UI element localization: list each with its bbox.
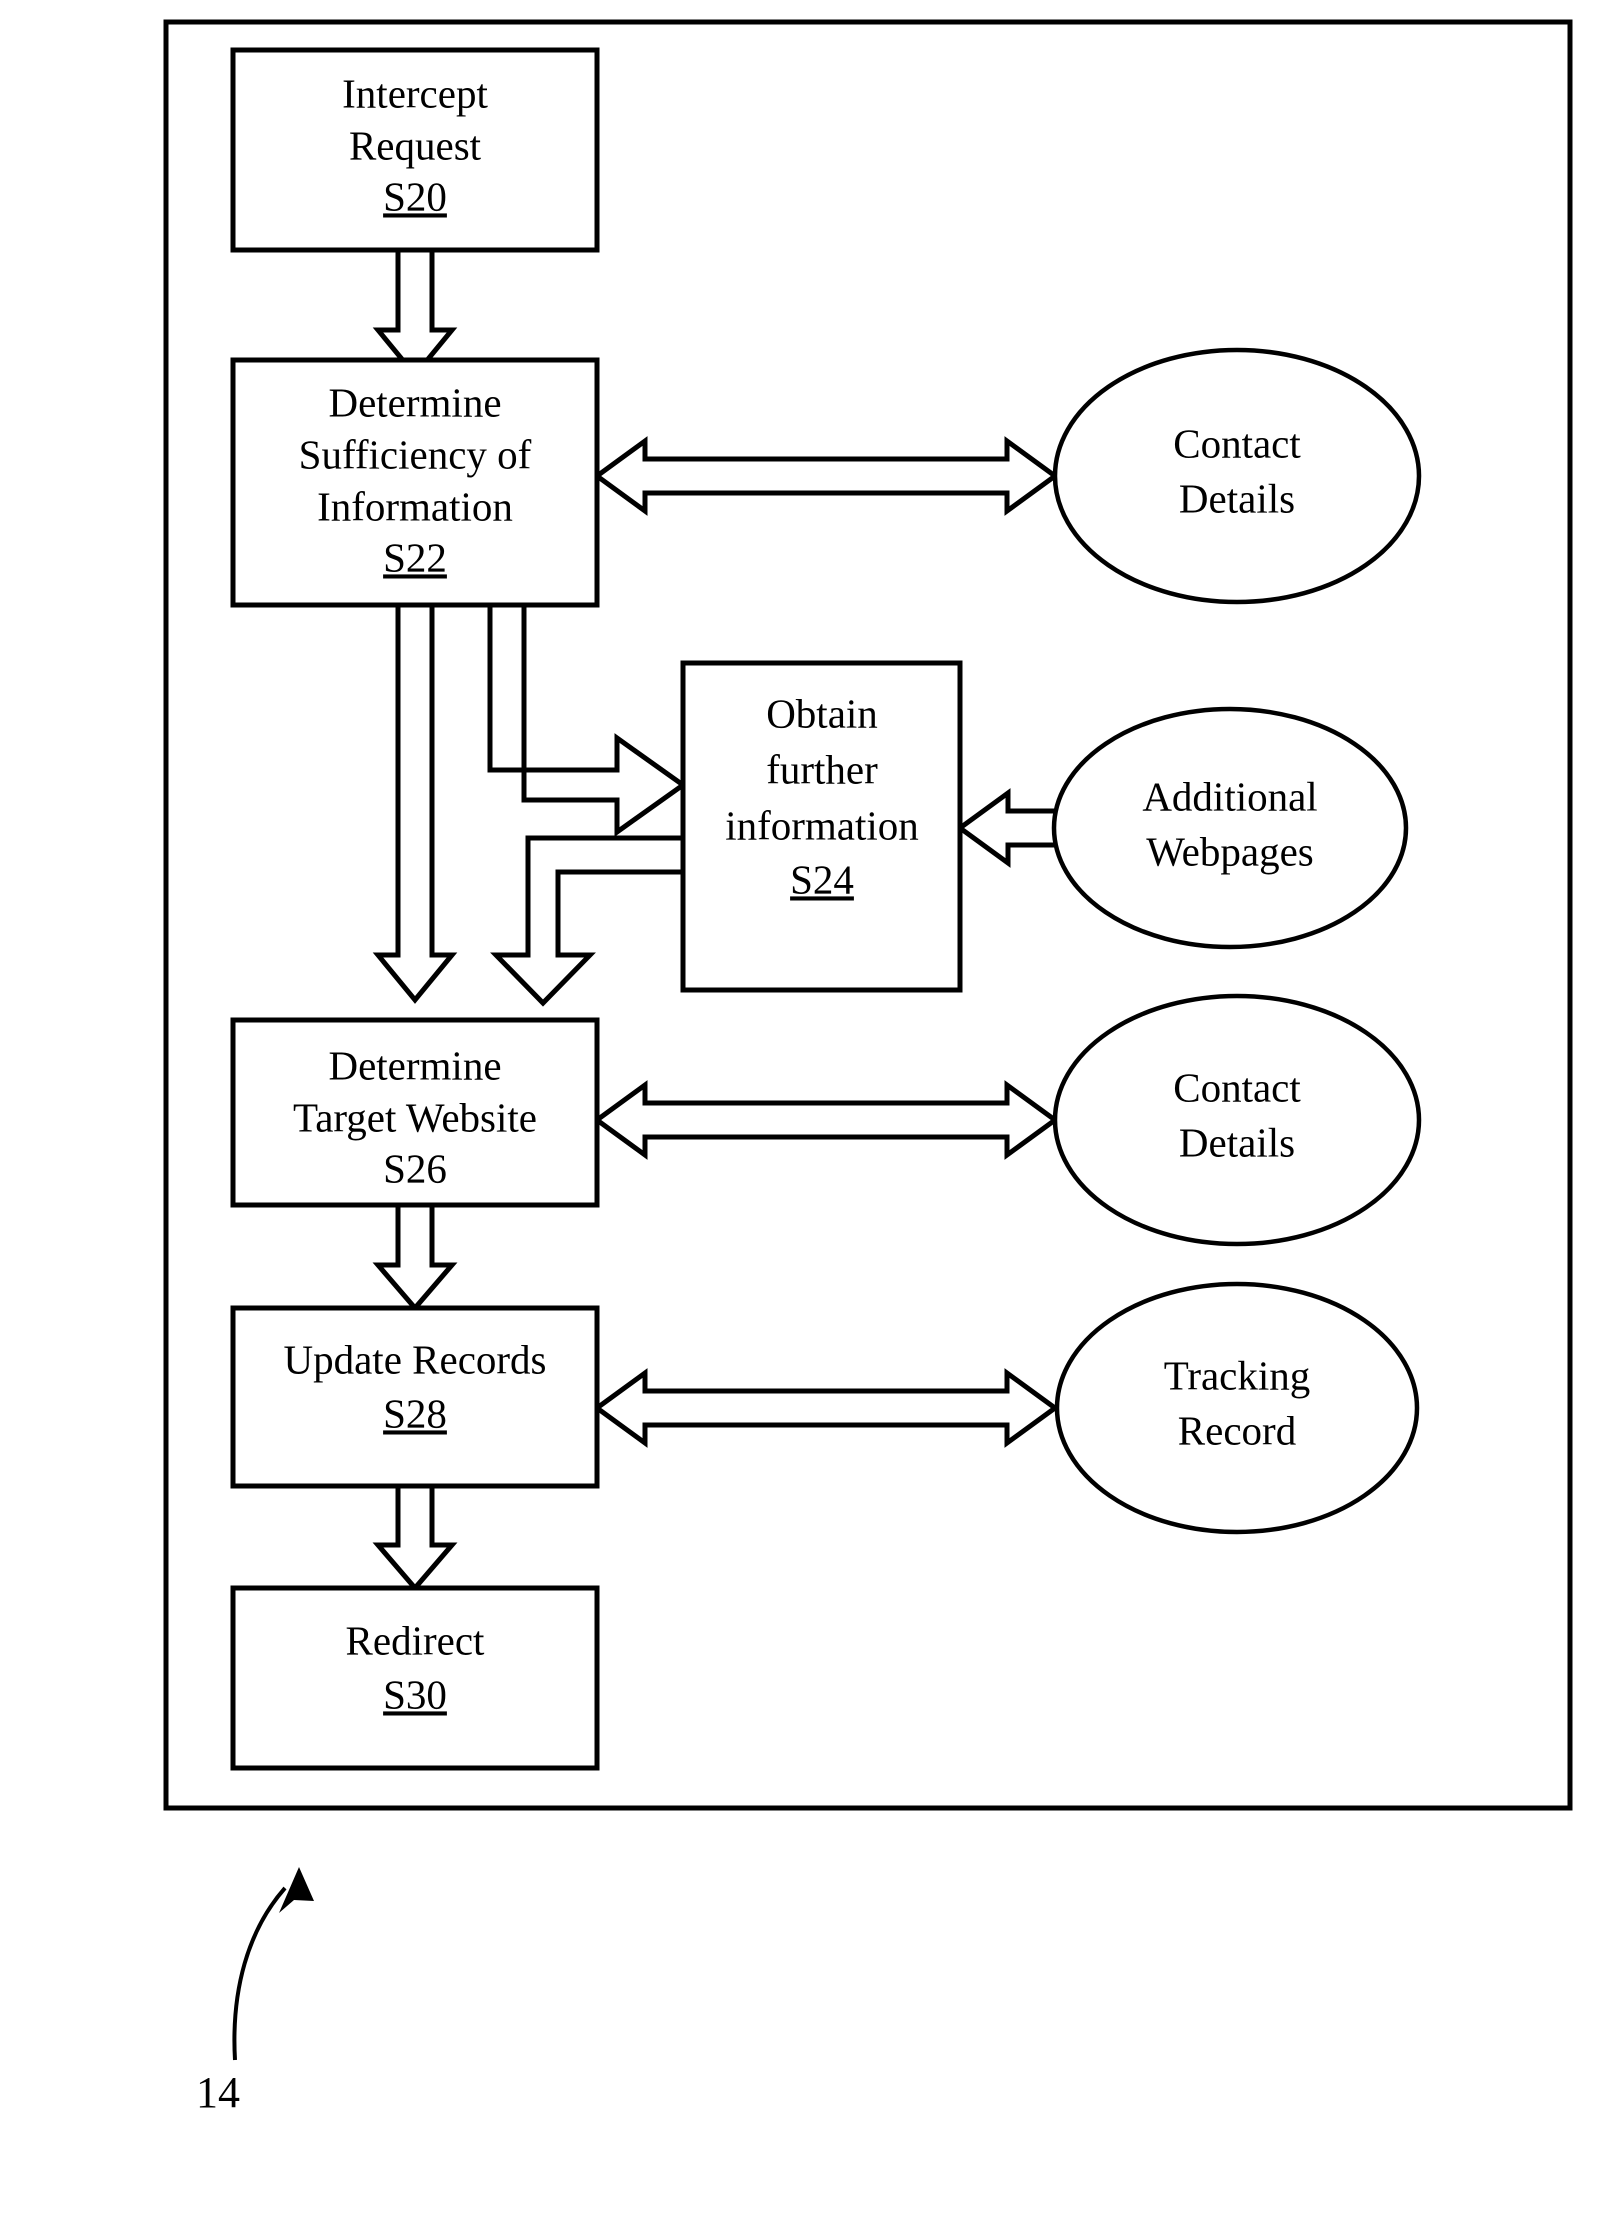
- step-s26-line-1: Determine: [328, 1042, 501, 1088]
- data-store-additional-webpages: Additional Webpages: [1051, 706, 1409, 950]
- contact-details-top-line-2: Details: [1179, 475, 1295, 521]
- contact-details-top-line-1: Contact: [1173, 420, 1301, 466]
- reference-numeral-callout: 14: [196, 1867, 314, 2117]
- step-s20-line-1: Intercept: [342, 70, 488, 116]
- step-s30-label: S30: [383, 1671, 447, 1717]
- flowchart-diagram: Intercept Request S20 Determine Sufficie…: [163, 19, 1573, 2117]
- step-box-s24: Obtain further information S24: [680, 660, 963, 993]
- step-box-s28: Update Records S28: [230, 1305, 600, 1489]
- step-s24-line-2: further: [766, 746, 878, 792]
- contact-details-bottom-line-2: Details: [1179, 1119, 1295, 1165]
- step-s24-label: S24: [790, 856, 854, 902]
- data-store-contact-details-bottom: Contact Details: [1052, 993, 1422, 1247]
- additional-webpages-line-1: Additional: [1142, 773, 1317, 819]
- step-s22-line-3: Information: [317, 483, 513, 529]
- step-s20-line-2: Request: [349, 122, 482, 168]
- step-s28-line-1: Update Records: [284, 1336, 547, 1382]
- step-box-s30: Redirect S30: [230, 1585, 600, 1771]
- tracking-record-line-2: Record: [1178, 1407, 1296, 1453]
- step-s24-line-1: Obtain: [766, 690, 878, 736]
- step-s20-label: S20: [383, 173, 447, 219]
- step-box-s26: Determine Target Website S26: [230, 1017, 600, 1208]
- step-s22-label: S22: [383, 534, 447, 580]
- step-s22-line-2: Sufficiency of: [299, 431, 532, 477]
- data-store-tracking-record: Tracking Record: [1054, 1281, 1420, 1535]
- step-s24-line-3: information: [725, 802, 919, 848]
- figure-root: Intercept Request S20 Determine Sufficie…: [0, 0, 1615, 2215]
- tracking-record-line-1: Tracking: [1164, 1352, 1311, 1398]
- step-box-s22: Determine Sufficiency of Information S22: [230, 357, 600, 608]
- step-s22-line-1: Determine: [328, 379, 501, 425]
- step-s28-label: S28: [383, 1390, 447, 1436]
- additional-webpages-line-2: Webpages: [1146, 828, 1313, 874]
- step-s26-label: S26: [383, 1145, 447, 1191]
- step-s30-line-1: Redirect: [346, 1617, 485, 1663]
- step-s26-line-2: Target Website: [293, 1094, 537, 1140]
- reference-leader-curve: [232, 1886, 287, 2061]
- step-box-s20: Intercept Request S20: [230, 47, 600, 253]
- contact-details-bottom-line-1: Contact: [1173, 1064, 1301, 1110]
- data-store-contact-details-top: Contact Details: [1052, 347, 1422, 605]
- reference-numeral-label: 14: [196, 2068, 240, 2117]
